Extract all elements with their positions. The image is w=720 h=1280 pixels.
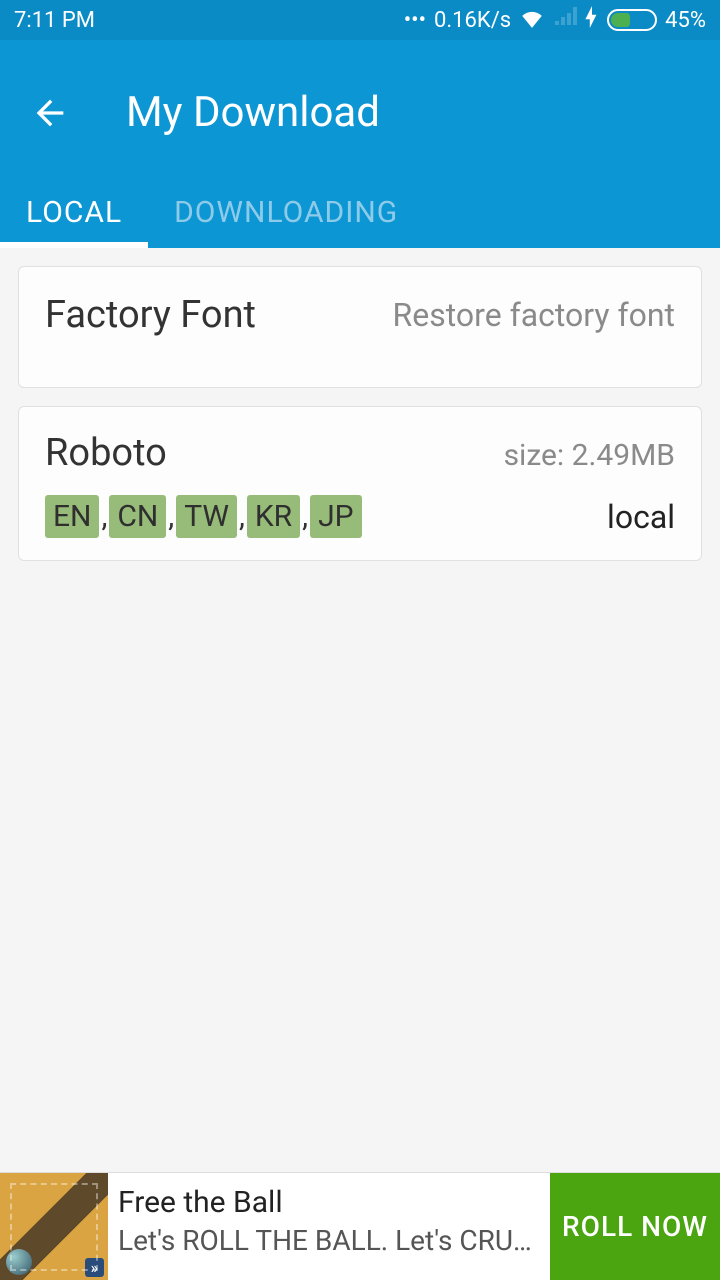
battery-icon: [607, 9, 657, 31]
font-name: Roboto: [45, 431, 167, 475]
content-area: Factory Font Restore factory font Roboto…: [0, 248, 720, 1280]
ad-image: »: [0, 1173, 108, 1280]
lang-tag-cn: CN: [109, 495, 166, 538]
lang-tag-kr: KR: [247, 495, 300, 538]
battery-percent: 45%: [665, 8, 706, 33]
ad-expand-icon[interactable]: »: [85, 1258, 105, 1277]
cell-signal-icon: [553, 7, 577, 33]
factory-font-title: Factory Font: [45, 293, 256, 337]
charging-icon: [585, 6, 599, 34]
ad-banner[interactable]: » Free the Ball Let's ROLL THE BALL. Let…: [0, 1172, 720, 1280]
status-right: ••• 0.16K/s 45%: [404, 6, 706, 34]
status-bar: 7:11 PM ••• 0.16K/s 45%: [0, 0, 720, 40]
status-time: 7:11 PM: [14, 8, 404, 33]
tab-local[interactable]: LOCAL: [0, 177, 148, 248]
app-bar: My Download LOCAL DOWNLOADING: [0, 40, 720, 248]
lang-tag-jp: JP: [310, 495, 361, 538]
font-status: local: [607, 498, 675, 536]
lang-tag-en: EN: [45, 495, 99, 538]
back-button[interactable]: [30, 93, 70, 133]
font-size-label: size: 2.49MB: [504, 438, 675, 473]
tab-downloading[interactable]: DOWNLOADING: [148, 177, 424, 248]
wifi-icon: [519, 6, 545, 34]
more-icon: •••: [404, 8, 426, 33]
page-title: My Download: [126, 88, 380, 137]
font-card-roboto[interactable]: Roboto size: 2.49MB EN, CN, TW, KR, JP l…: [18, 406, 702, 561]
restore-factory-font-link[interactable]: Restore factory font: [393, 296, 675, 334]
ad-cta-button[interactable]: ROLL NOW: [550, 1173, 720, 1280]
ad-text: Free the Ball Let's ROLL THE BALL. Let's…: [108, 1173, 550, 1280]
lang-tag-tw: TW: [176, 495, 237, 538]
net-speed: 0.16K/s: [434, 8, 511, 33]
factory-font-card[interactable]: Factory Font Restore factory font: [18, 266, 702, 388]
ad-title: Free the Ball: [118, 1185, 540, 1220]
tabs: LOCAL DOWNLOADING: [0, 177, 720, 248]
language-tags: EN, CN, TW, KR, JP: [45, 495, 362, 538]
ad-description: Let's ROLL THE BALL. Let's CRUSH T…: [118, 1224, 540, 1257]
